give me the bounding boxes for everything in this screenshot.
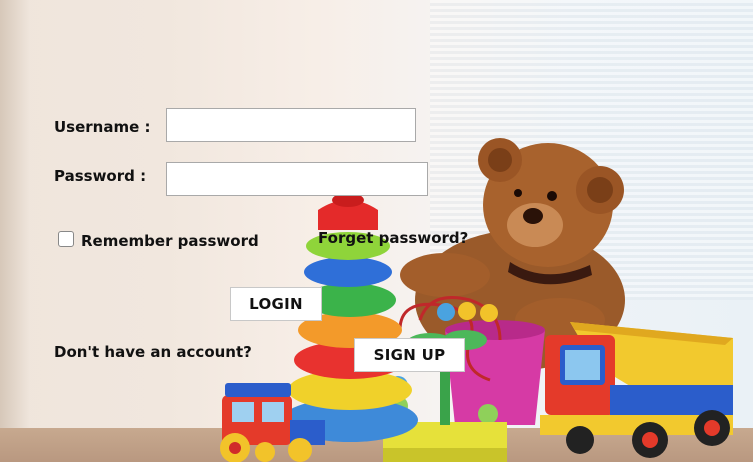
remember-password-label[interactable]: Remember password bbox=[81, 232, 259, 250]
signup-button[interactable]: SIGN UP bbox=[354, 338, 465, 372]
forget-password-link[interactable]: Forget password? bbox=[318, 229, 468, 247]
username-label: Username : bbox=[54, 118, 151, 136]
username-field[interactable] bbox=[166, 108, 416, 142]
password-field[interactable] bbox=[166, 162, 428, 196]
remember-password-checkbox[interactable] bbox=[58, 231, 74, 247]
no-account-label: Don't have an account? bbox=[54, 343, 252, 361]
login-button[interactable]: LOGIN bbox=[230, 287, 322, 321]
password-label: Password : bbox=[54, 167, 147, 185]
toy-truck-icon bbox=[540, 322, 733, 458]
